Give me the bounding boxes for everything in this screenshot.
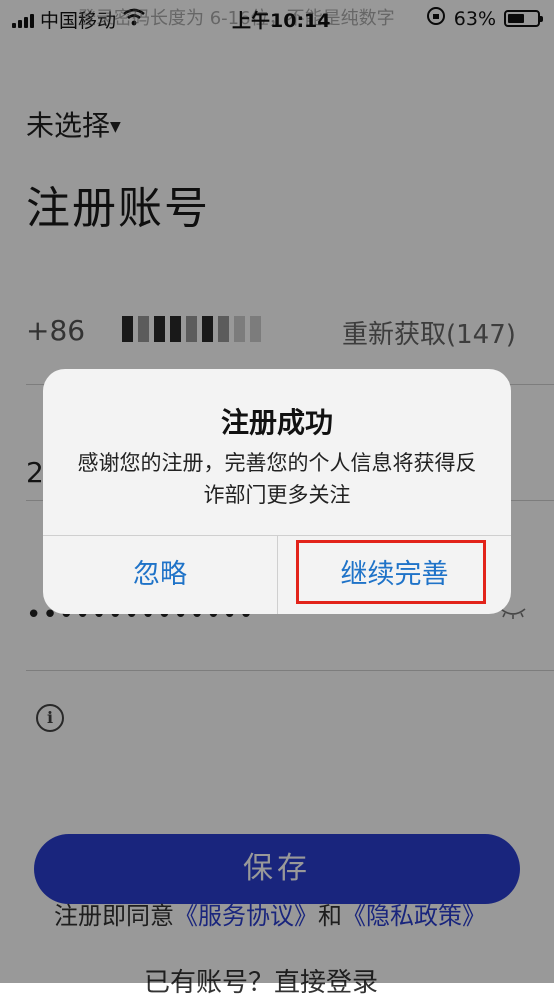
- dialog-title: 注册成功: [220, 406, 333, 439]
- highlight-box: [296, 540, 486, 604]
- dialog-message: 感谢您的注册，完善您的个人信息将获得反诈部门更多关注: [77, 451, 477, 507]
- ignore-button[interactable]: 忽略: [43, 535, 277, 614]
